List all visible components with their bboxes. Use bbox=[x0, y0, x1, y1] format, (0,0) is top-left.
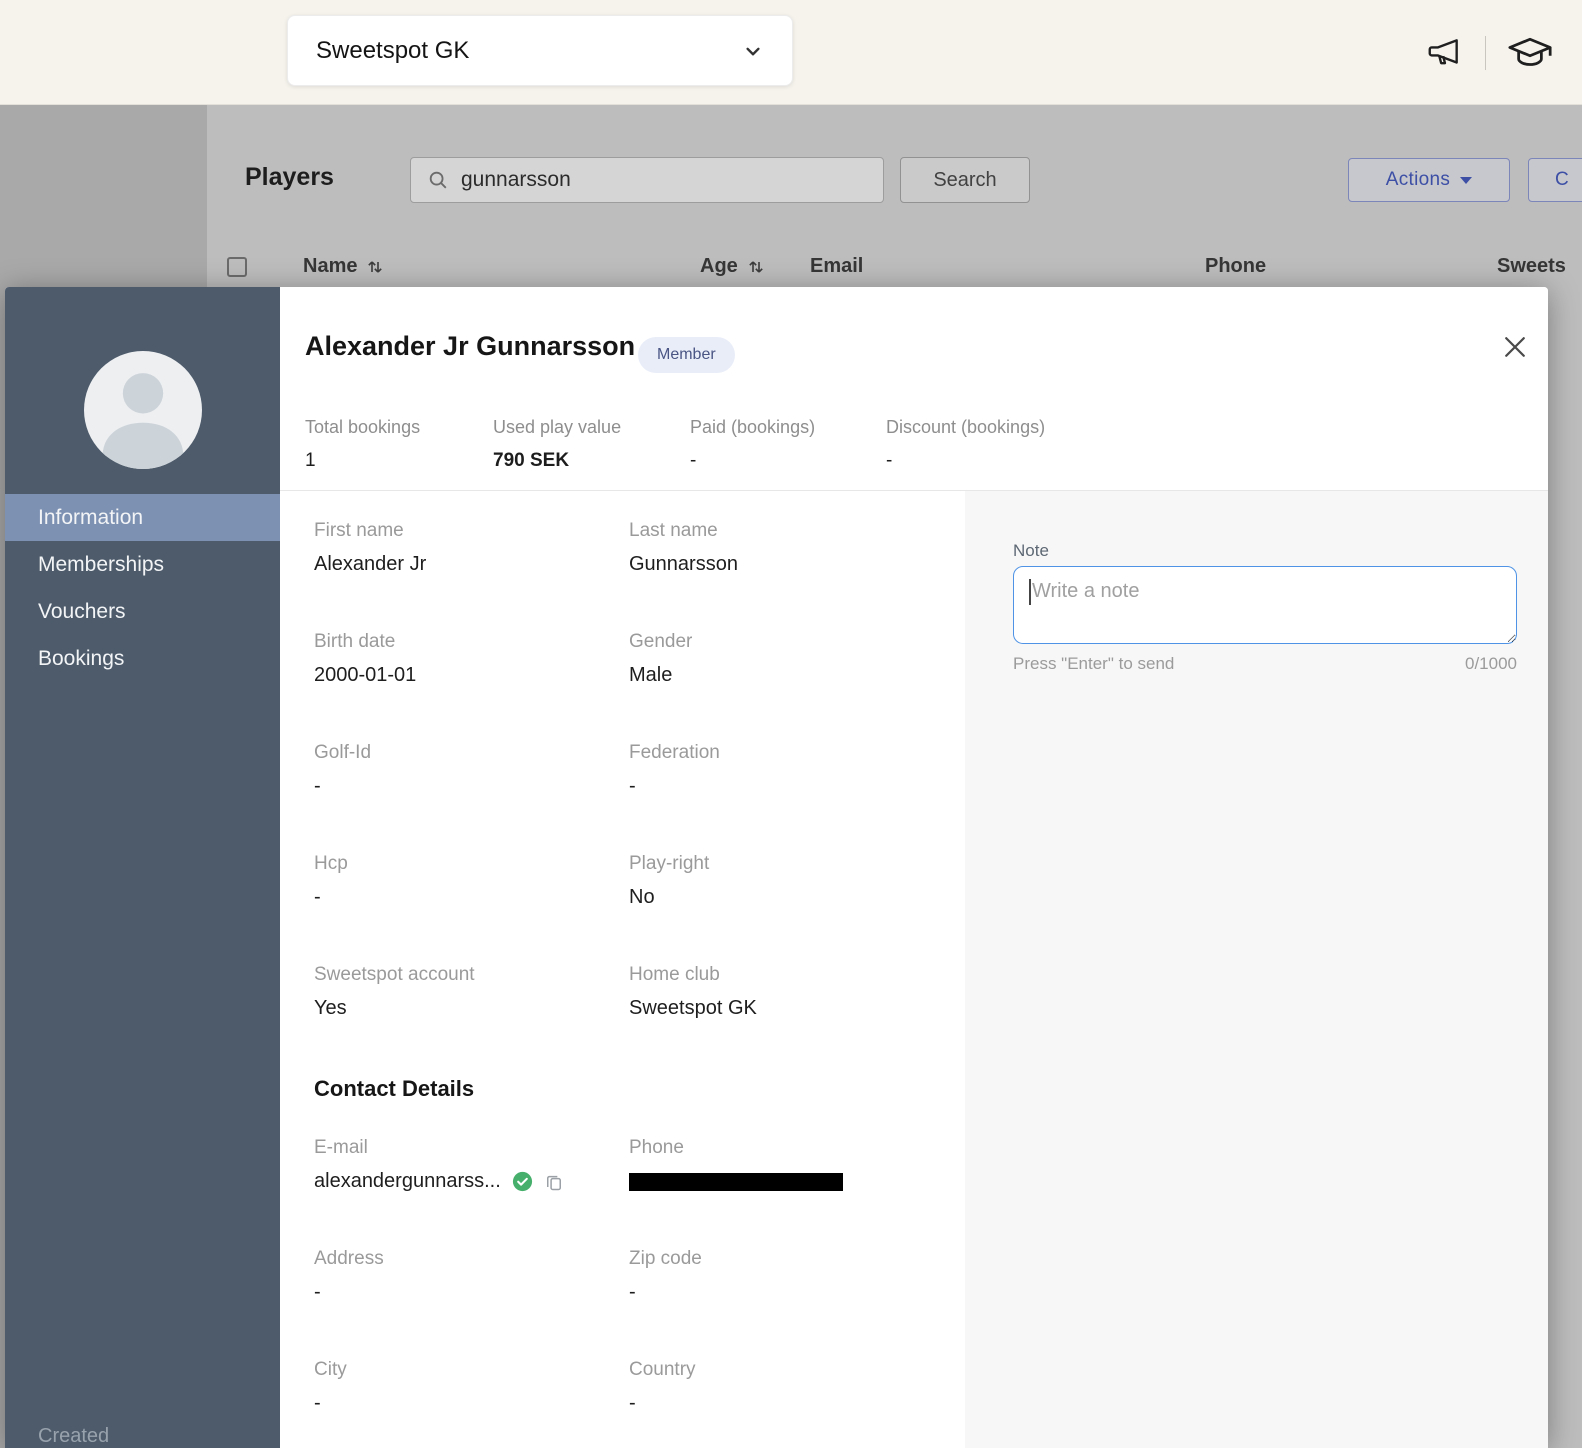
note-input[interactable] bbox=[1013, 566, 1517, 644]
screen: Players gunnarsson Search Actions C Name bbox=[0, 0, 1582, 1448]
page-title: Players bbox=[245, 163, 334, 192]
field-phone: Phone bbox=[629, 1137, 929, 1191]
search-input-value: gunnarsson bbox=[461, 168, 571, 192]
field-gender: Gender Male bbox=[629, 631, 929, 687]
note-char-counter: 0/1000 bbox=[1465, 654, 1517, 674]
topbar-actions bbox=[1425, 0, 1552, 105]
stat-total-bookings: Total bookings 1 bbox=[305, 417, 420, 472]
field-last-name: Last name Gunnarsson bbox=[629, 520, 929, 576]
create-button-clipped[interactable]: C bbox=[1528, 158, 1582, 202]
actions-button-label: Actions bbox=[1386, 169, 1450, 191]
players-search-input[interactable]: gunnarsson bbox=[410, 157, 884, 203]
field-golf-id: Golf-Id - bbox=[314, 742, 614, 798]
nav-item-memberships[interactable]: Memberships bbox=[5, 541, 280, 588]
field-country: Country - bbox=[629, 1359, 929, 1415]
column-header-age[interactable]: Age bbox=[700, 255, 766, 278]
search-button[interactable]: Search bbox=[900, 157, 1030, 203]
field-federation: Federation - bbox=[629, 742, 929, 798]
club-selector-value: Sweetspot GK bbox=[316, 37, 469, 65]
email-value: alexandergunnarss... bbox=[314, 1170, 501, 1193]
nav-item-bookings[interactable]: Bookings bbox=[5, 635, 280, 682]
column-header-email: Email bbox=[810, 255, 863, 278]
drawer-nav-list: Information Memberships Vouchers Booking… bbox=[5, 494, 280, 682]
actions-button[interactable]: Actions bbox=[1348, 158, 1510, 202]
select-all-checkbox[interactable] bbox=[227, 257, 247, 277]
caret-down-icon bbox=[1460, 177, 1472, 184]
field-email: E-mail alexandergunnarss... bbox=[314, 1137, 654, 1193]
note-hint: Press "Enter" to send bbox=[1013, 654, 1174, 674]
field-home-club: Home club Sweetspot GK bbox=[629, 964, 929, 1020]
drawer-sidebar: Information Memberships Vouchers Booking… bbox=[5, 287, 280, 1448]
column-header-phone: Phone bbox=[1205, 255, 1266, 278]
sort-icon bbox=[365, 257, 385, 277]
chevron-down-icon bbox=[740, 38, 766, 64]
nav-item-vouchers[interactable]: Vouchers bbox=[5, 588, 280, 635]
member-badge: Member bbox=[638, 337, 735, 373]
verified-check-icon bbox=[511, 1170, 534, 1193]
topbar: Sweetspot GK bbox=[0, 0, 1582, 105]
field-city: City - bbox=[314, 1359, 614, 1415]
player-avatar bbox=[84, 351, 202, 469]
field-address: Address - bbox=[314, 1248, 614, 1304]
stat-discount-bookings: Discount (bookings) - bbox=[886, 417, 1045, 472]
toolbar-divider bbox=[1485, 36, 1486, 70]
drawer-main: Alexander Jr Gunnarsson Member Total boo… bbox=[280, 287, 1548, 1448]
note-panel: Note Press "Enter" to send 0/1000 bbox=[965, 491, 1548, 1448]
graduation-cap-icon[interactable] bbox=[1508, 31, 1552, 75]
create-button-label: C bbox=[1555, 169, 1569, 191]
sort-icon bbox=[746, 257, 766, 277]
text-caret bbox=[1029, 579, 1031, 605]
phone-redacted-bar bbox=[629, 1173, 843, 1191]
person-icon bbox=[84, 351, 202, 469]
field-first-name: First name Alexander Jr bbox=[314, 520, 614, 576]
field-hcp: Hcp - bbox=[314, 853, 614, 909]
stat-paid-bookings: Paid (bookings) - bbox=[690, 417, 815, 472]
contact-details-heading: Contact Details bbox=[314, 1076, 474, 1102]
field-birth-date: Birth date 2000-01-01 bbox=[314, 631, 614, 687]
field-zip-code: Zip code - bbox=[629, 1248, 929, 1304]
search-icon bbox=[427, 169, 449, 191]
player-name: Alexander Jr Gunnarsson bbox=[305, 331, 635, 362]
club-selector-dropdown[interactable]: Sweetspot GK bbox=[287, 15, 793, 86]
field-play-right: Play-right No bbox=[629, 853, 929, 909]
column-header-name[interactable]: Name bbox=[303, 255, 385, 278]
megaphone-icon[interactable] bbox=[1425, 34, 1463, 72]
field-sweetspot-account: Sweetspot account Yes bbox=[314, 964, 614, 1020]
copy-icon[interactable] bbox=[544, 1172, 564, 1192]
stat-used-play-value: Used play value 790 SEK bbox=[493, 417, 621, 472]
column-header-sweetspot: Sweets bbox=[1497, 255, 1566, 278]
drawer-sidebar-footer: Created bbox=[38, 1425, 109, 1448]
note-label: Note bbox=[1013, 541, 1049, 561]
player-detail-drawer: Information Memberships Vouchers Booking… bbox=[5, 287, 1548, 1448]
close-icon[interactable] bbox=[1500, 332, 1530, 362]
nav-item-information[interactable]: Information bbox=[5, 494, 280, 541]
